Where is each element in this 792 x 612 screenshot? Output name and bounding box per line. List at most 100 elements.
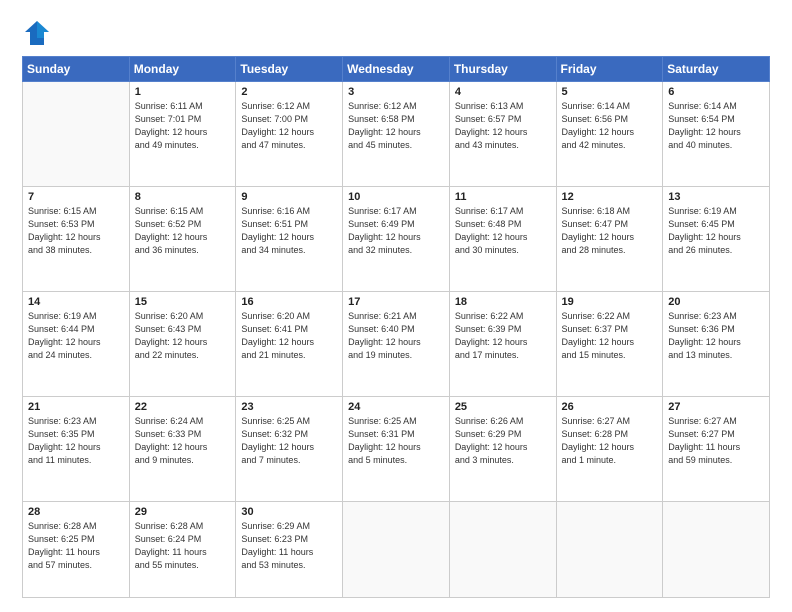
cell-content: Sunrise: 6:17 AM Sunset: 6:48 PM Dayligh…: [455, 205, 551, 257]
cell-content: Sunrise: 6:22 AM Sunset: 6:39 PM Dayligh…: [455, 310, 551, 362]
cell-content: Sunrise: 6:25 AM Sunset: 6:31 PM Dayligh…: [348, 415, 444, 467]
day-number: 27: [668, 401, 764, 413]
calendar-cell: 8 Sunrise: 6:15 AM Sunset: 6:52 PM Daylig…: [129, 186, 236, 291]
day-number: 30: [241, 506, 337, 518]
day-number: 9: [241, 191, 337, 203]
day-number: 1: [135, 86, 231, 98]
calendar-cell: 7 Sunrise: 6:15 AM Sunset: 6:53 PM Daylig…: [23, 186, 130, 291]
calendar-cell: 18Sunrise: 6:22 AM Sunset: 6:39 PM Dayli…: [449, 291, 556, 396]
day-number: 14: [28, 296, 124, 308]
calendar-cell: [343, 501, 450, 597]
day-number: 16: [241, 296, 337, 308]
cell-content: Sunrise: 6:23 AM Sunset: 6:35 PM Dayligh…: [28, 415, 124, 467]
calendar-cell: 17 Sunrise: 6:21 AM Sunset: 6:40 PM Dayli…: [343, 291, 450, 396]
day-number: 8: [135, 191, 231, 203]
page: SundayMondayTuesdayWednesdayThursdayFrid…: [0, 0, 792, 612]
day-number: 29: [135, 506, 231, 518]
calendar-cell: 12 Sunrise: 6:18 AM Sunset: 6:47 PM Dayli…: [556, 186, 663, 291]
cell-content: Sunrise: 6:19 AM Sunset: 6:45 PM Dayligh…: [668, 205, 764, 257]
cell-content: Sunrise: 6:24 AM Sunset: 6:33 PM Dayligh…: [135, 415, 231, 467]
day-number: 2: [241, 86, 337, 98]
calendar-cell: 5 Sunrise: 6:14 AM Sunset: 6:56 PM Daylig…: [556, 82, 663, 187]
calendar-cell: 19 Sunrise: 6:22 AM Sunset: 6:37 PM Dayli…: [556, 291, 663, 396]
cell-content: Sunrise: 6:13 AM Sunset: 6:57 PM Dayligh…: [455, 100, 551, 152]
calendar-header-tuesday: Tuesday: [236, 57, 343, 82]
cell-content: Sunrise: 6:25 AM Sunset: 6:32 PM Dayligh…: [241, 415, 337, 467]
logo-icon: [22, 18, 52, 48]
calendar-cell: 6Sunrise: 6:14 AM Sunset: 6:54 PM Daylig…: [663, 82, 770, 187]
day-number: 4: [455, 86, 551, 98]
calendar-week-row: 28 Sunrise: 6:28 AM Sunset: 6:25 PM Dayli…: [23, 501, 770, 597]
calendar-cell: 20 Sunrise: 6:23 AM Sunset: 6:36 PM Dayli…: [663, 291, 770, 396]
day-number: 10: [348, 191, 444, 203]
calendar-cell: 29Sunrise: 6:28 AM Sunset: 6:24 PM Dayli…: [129, 501, 236, 597]
calendar-cell: 14 Sunrise: 6:19 AM Sunset: 6:44 PM Dayli…: [23, 291, 130, 396]
calendar-week-row: 1 Sunrise: 6:11 AM Sunset: 7:01 PM Daylig…: [23, 82, 770, 187]
cell-content: Sunrise: 6:22 AM Sunset: 6:37 PM Dayligh…: [562, 310, 658, 362]
calendar-header-saturday: Saturday: [663, 57, 770, 82]
calendar-cell: 22 Sunrise: 6:24 AM Sunset: 6:33 PM Dayli…: [129, 396, 236, 501]
cell-content: Sunrise: 6:15 AM Sunset: 6:53 PM Dayligh…: [28, 205, 124, 257]
day-number: 19: [562, 296, 658, 308]
calendar-cell: [23, 82, 130, 187]
day-number: 23: [241, 401, 337, 413]
day-number: 13: [668, 191, 764, 203]
calendar-header-thursday: Thursday: [449, 57, 556, 82]
calendar-header-monday: Monday: [129, 57, 236, 82]
calendar-week-row: 21 Sunrise: 6:23 AM Sunset: 6:35 PM Dayli…: [23, 396, 770, 501]
day-number: 28: [28, 506, 124, 518]
cell-content: Sunrise: 6:29 AM Sunset: 6:23 PM Dayligh…: [241, 520, 337, 572]
calendar-cell: 24Sunrise: 6:25 AM Sunset: 6:31 PM Dayli…: [343, 396, 450, 501]
calendar-cell: 13 Sunrise: 6:19 AM Sunset: 6:45 PM Dayli…: [663, 186, 770, 291]
cell-content: Sunrise: 6:11 AM Sunset: 7:01 PM Dayligh…: [135, 100, 231, 152]
cell-content: Sunrise: 6:20 AM Sunset: 6:43 PM Dayligh…: [135, 310, 231, 362]
day-number: 21: [28, 401, 124, 413]
cell-content: Sunrise: 6:20 AM Sunset: 6:41 PM Dayligh…: [241, 310, 337, 362]
cell-content: Sunrise: 6:14 AM Sunset: 6:56 PM Dayligh…: [562, 100, 658, 152]
calendar-week-row: 7 Sunrise: 6:15 AM Sunset: 6:53 PM Daylig…: [23, 186, 770, 291]
day-number: 20: [668, 296, 764, 308]
cell-content: Sunrise: 6:15 AM Sunset: 6:52 PM Dayligh…: [135, 205, 231, 257]
calendar-cell: 10 Sunrise: 6:17 AM Sunset: 6:49 PM Dayli…: [343, 186, 450, 291]
cell-content: Sunrise: 6:21 AM Sunset: 6:40 PM Dayligh…: [348, 310, 444, 362]
cell-content: Sunrise: 6:12 AM Sunset: 7:00 PM Dayligh…: [241, 100, 337, 152]
logo: [22, 18, 56, 48]
calendar-cell: 27 Sunrise: 6:27 AM Sunset: 6:27 PM Dayli…: [663, 396, 770, 501]
day-number: 15: [135, 296, 231, 308]
day-number: 25: [455, 401, 551, 413]
calendar-cell: 11Sunrise: 6:17 AM Sunset: 6:48 PM Dayli…: [449, 186, 556, 291]
cell-content: Sunrise: 6:19 AM Sunset: 6:44 PM Dayligh…: [28, 310, 124, 362]
calendar-cell: 21 Sunrise: 6:23 AM Sunset: 6:35 PM Dayli…: [23, 396, 130, 501]
day-number: 22: [135, 401, 231, 413]
cell-content: Sunrise: 6:14 AM Sunset: 6:54 PM Dayligh…: [668, 100, 764, 152]
cell-content: Sunrise: 6:23 AM Sunset: 6:36 PM Dayligh…: [668, 310, 764, 362]
cell-content: Sunrise: 6:17 AM Sunset: 6:49 PM Dayligh…: [348, 205, 444, 257]
calendar-cell: 9 Sunrise: 6:16 AM Sunset: 6:51 PM Daylig…: [236, 186, 343, 291]
calendar-cell: 26 Sunrise: 6:27 AM Sunset: 6:28 PM Dayli…: [556, 396, 663, 501]
day-number: 7: [28, 191, 124, 203]
header: [22, 18, 770, 48]
calendar-header-friday: Friday: [556, 57, 663, 82]
calendar-cell: [449, 501, 556, 597]
calendar-header-row: SundayMondayTuesdayWednesdayThursdayFrid…: [23, 57, 770, 82]
cell-content: Sunrise: 6:27 AM Sunset: 6:27 PM Dayligh…: [668, 415, 764, 467]
calendar-cell: 30 Sunrise: 6:29 AM Sunset: 6:23 PM Dayli…: [236, 501, 343, 597]
calendar-cell: 4 Sunrise: 6:13 AM Sunset: 6:57 PM Daylig…: [449, 82, 556, 187]
day-number: 17: [348, 296, 444, 308]
cell-content: Sunrise: 6:27 AM Sunset: 6:28 PM Dayligh…: [562, 415, 658, 467]
day-number: 26: [562, 401, 658, 413]
calendar-cell: 3Sunrise: 6:12 AM Sunset: 6:58 PM Daylig…: [343, 82, 450, 187]
day-number: 5: [562, 86, 658, 98]
calendar-cell: 28 Sunrise: 6:28 AM Sunset: 6:25 PM Dayli…: [23, 501, 130, 597]
calendar-cell: 23 Sunrise: 6:25 AM Sunset: 6:32 PM Dayli…: [236, 396, 343, 501]
calendar-cell: 2 Sunrise: 6:12 AM Sunset: 7:00 PM Daylig…: [236, 82, 343, 187]
calendar-cell: 1 Sunrise: 6:11 AM Sunset: 7:01 PM Daylig…: [129, 82, 236, 187]
calendar-cell: 25Sunrise: 6:26 AM Sunset: 6:29 PM Dayli…: [449, 396, 556, 501]
cell-content: Sunrise: 6:16 AM Sunset: 6:51 PM Dayligh…: [241, 205, 337, 257]
cell-content: Sunrise: 6:12 AM Sunset: 6:58 PM Dayligh…: [348, 100, 444, 152]
day-number: 12: [562, 191, 658, 203]
calendar-cell: 16 Sunrise: 6:20 AM Sunset: 6:41 PM Dayli…: [236, 291, 343, 396]
cell-content: Sunrise: 6:28 AM Sunset: 6:25 PM Dayligh…: [28, 520, 124, 572]
cell-content: Sunrise: 6:18 AM Sunset: 6:47 PM Dayligh…: [562, 205, 658, 257]
calendar-table: SundayMondayTuesdayWednesdayThursdayFrid…: [22, 56, 770, 598]
